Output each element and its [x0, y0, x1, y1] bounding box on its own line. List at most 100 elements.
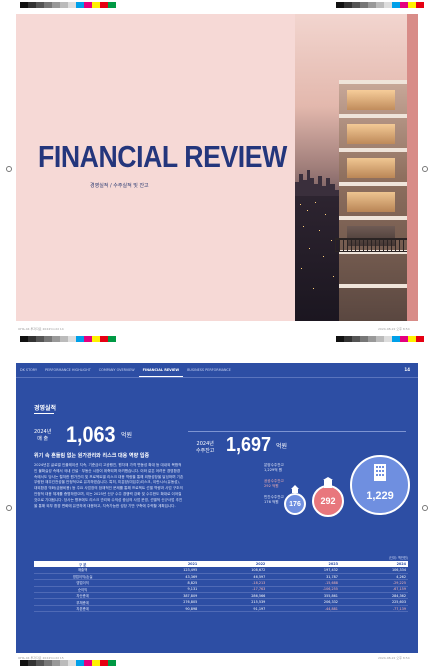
color-swatch [392, 2, 400, 8]
house-icon [291, 485, 299, 493]
color-swatch [352, 2, 360, 8]
backlog-value: 1,697 [226, 434, 272, 456]
color-swatch [52, 336, 60, 342]
unit-note: (단위: 백만원) [388, 556, 408, 560]
sales-label: 2024년 매 출 [34, 429, 51, 442]
color-swatch [36, 660, 44, 666]
bubble-value: 1,229 [366, 490, 394, 502]
bubble-private-backlog: 176 [284, 493, 306, 515]
section-underline [34, 413, 54, 414]
backlog-name: 수주잔고 [196, 447, 215, 454]
color-swatch [108, 2, 116, 8]
color-swatch [336, 2, 344, 8]
color-swatch [384, 336, 392, 342]
nav-item-performance-highlight[interactable]: PERFORMANCE HIGHLIGHT [41, 363, 95, 377]
color-bar-mid-right [336, 336, 424, 342]
color-swatch [108, 336, 116, 342]
color-swatch [108, 660, 116, 666]
color-swatch [344, 336, 352, 342]
color-swatch [360, 2, 368, 8]
color-swatch [368, 2, 376, 8]
color-swatch [100, 336, 108, 342]
registration-mark [422, 505, 428, 511]
color-swatch [400, 2, 408, 8]
color-swatch [76, 336, 84, 342]
color-swatch [384, 2, 392, 8]
backlog-year: 2024년 [196, 441, 214, 447]
color-bar-top-left [20, 2, 116, 8]
color-swatch [20, 660, 28, 666]
print-footer-left: ОНЬ-04 투자자료 2024Y.indd 15 [18, 656, 64, 660]
financial-table: 구 분 2021 2022 2023 2024 매출액 123,495 108,67… [34, 561, 408, 613]
legend-value: 176 억원 [264, 499, 279, 504]
color-swatch [28, 660, 36, 666]
headline: 위기 속 흔들림 없는 원가관리와 리스크 대응 역량 입증 [34, 453, 150, 459]
color-swatch [416, 336, 424, 342]
row-label: 자본총계 [34, 605, 132, 613]
color-swatch [36, 2, 44, 8]
color-swatch [76, 2, 84, 8]
color-swatch [60, 2, 68, 8]
color-swatch [416, 2, 424, 8]
nav-item-company-overview[interactable]: COMPANY OVERVIEW [95, 363, 139, 377]
color-swatch [60, 660, 68, 666]
sales-value: 1,063 [66, 422, 116, 447]
color-swatch [20, 2, 28, 8]
print-footer-right: 2024-08-22 오후 8:54 [378, 327, 410, 331]
sales-year: 2024년 [34, 429, 52, 435]
color-swatch [408, 2, 416, 8]
nav-divider [16, 377, 418, 378]
table-cell: 91,197 [199, 605, 268, 613]
print-footer-left: ОНЬ-04 투자자료 2024Y.indd 14 [18, 327, 64, 331]
table-cell: -77,139 [339, 605, 408, 613]
color-swatch [408, 336, 416, 342]
cover-title: FINANCIAL REVIEW [38, 139, 287, 174]
color-swatch [100, 2, 108, 8]
color-swatch [28, 2, 36, 8]
color-swatch [376, 2, 384, 8]
registration-mark [422, 166, 428, 172]
color-swatch [44, 2, 52, 8]
color-swatch [68, 336, 76, 342]
color-swatch [392, 336, 400, 342]
color-swatch [20, 336, 28, 342]
color-swatch [84, 336, 92, 342]
section-title: 경영실적 [34, 405, 57, 412]
backlog-unit: 억원 [276, 443, 288, 450]
color-swatch [28, 336, 36, 342]
body-paragraph: 2024년은 글로벌 인플레이션 지속, 기준금리 고공행진, 원자재 가격 변… [34, 463, 184, 508]
color-swatch [336, 336, 344, 342]
nav-item-dk-story[interactable]: DK STORY [16, 363, 41, 377]
apartment-icon [374, 464, 386, 481]
color-swatch [68, 660, 76, 666]
color-swatch [36, 336, 44, 342]
bubble-value: 176 [289, 500, 301, 508]
bubble-public-backlog: 292 [312, 485, 344, 517]
color-swatch [400, 336, 408, 342]
nav-item-business-performance[interactable]: BUSINESS PERFORMANCE [183, 363, 235, 377]
color-swatch [360, 336, 368, 342]
section-nav: DK STORY PERFORMANCE HIGHLIGHT COMPANY O… [16, 363, 418, 377]
legend-value: 1,229억 원 [264, 467, 283, 472]
legend-value: 292 억원 [264, 483, 279, 488]
balcony-railing [335, 238, 407, 252]
financial-review-page: DK STORY PERFORMANCE HIGHLIGHT COMPANY O… [16, 363, 418, 653]
right-divider [188, 431, 406, 432]
color-swatch [352, 336, 360, 342]
color-swatch [100, 660, 108, 666]
color-swatch [52, 2, 60, 8]
building-photo [295, 14, 407, 321]
nav-item-financial-review[interactable]: FINANCIAL REVIEW [138, 363, 184, 377]
backlog-legend-item: 공공수주잔고 292 억원 [264, 479, 284, 489]
sales-name: 매 출 [37, 435, 49, 442]
color-swatch [52, 660, 60, 666]
color-swatch [368, 336, 376, 342]
backlog-legend-item: 민간수주잔고 176 억원 [264, 495, 284, 505]
color-swatch [84, 2, 92, 8]
color-swatch [344, 2, 352, 8]
table-cell: 90,898 [131, 605, 200, 613]
color-swatch [60, 336, 68, 342]
color-swatch [44, 336, 52, 342]
cover-page: FINANCIAL REVIEW 경영실적 / 수주실적 및 잔고 [16, 14, 418, 321]
table-cell: -44,881 [267, 605, 340, 613]
